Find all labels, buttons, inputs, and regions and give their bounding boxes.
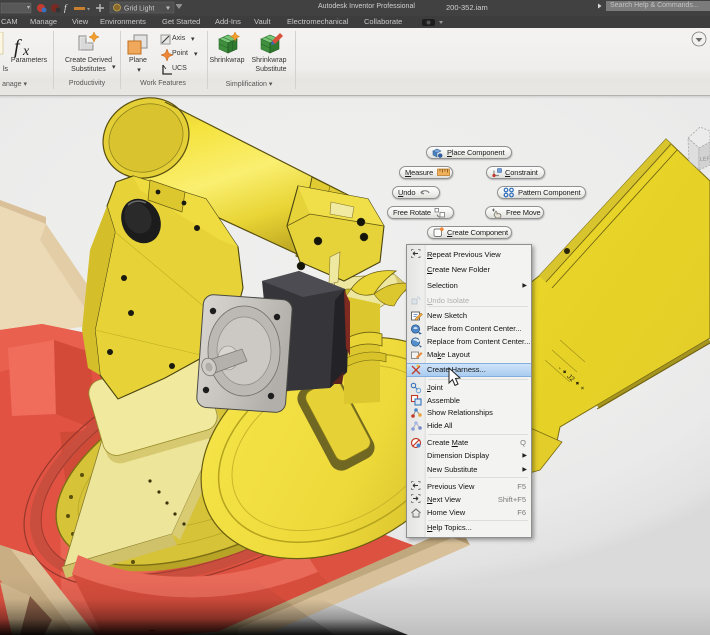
svg-text:f: f xyxy=(14,36,22,58)
svg-text:Grid Light: Grid Light xyxy=(124,6,154,13)
svg-text:f: f xyxy=(64,3,68,13)
svg-text:LEFT: LEFT xyxy=(700,156,710,163)
